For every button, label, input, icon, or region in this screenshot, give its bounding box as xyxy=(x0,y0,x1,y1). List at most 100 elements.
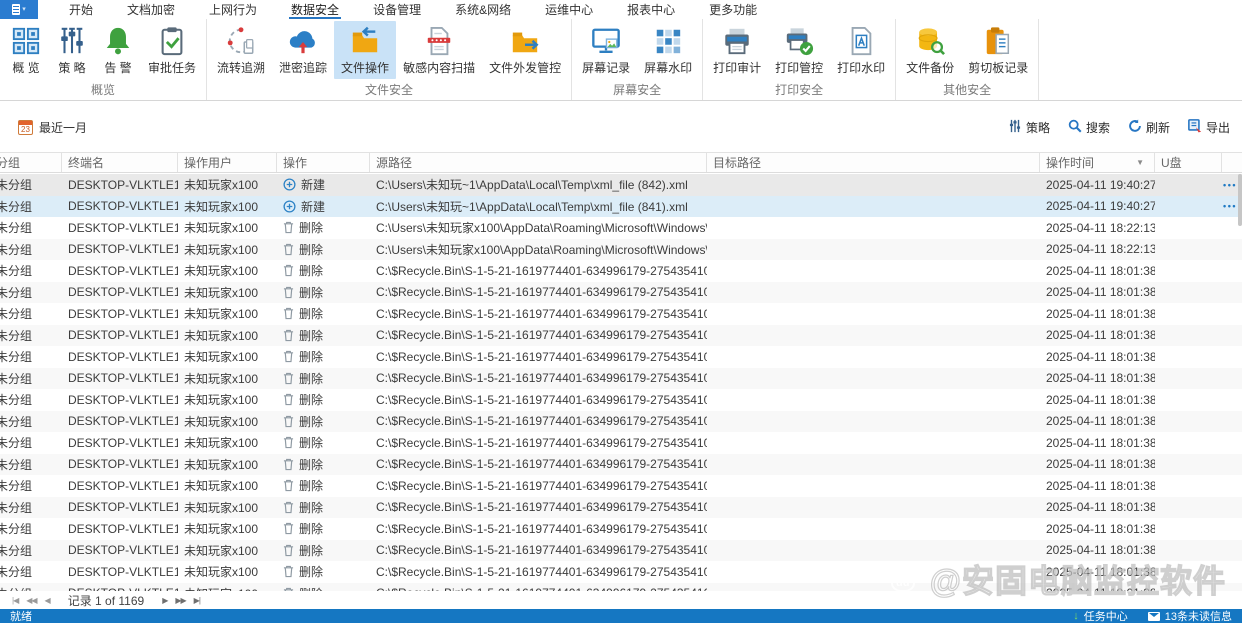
cell-terminal: DESKTOP-VLKTLE1 xyxy=(68,285,178,300)
table-row[interactable]: 未分组DESKTOP-VLKTLE1未知玩家x100删除C:\$Recycle.… xyxy=(0,496,1242,518)
table-row[interactable]: 未分组DESKTOP-VLKTLE1未知玩家x100删除C:\$Recycle.… xyxy=(0,346,1242,368)
vertical-scrollbar[interactable] xyxy=(1237,174,1242,591)
ribbon-item-policy[interactable]: 策 略 xyxy=(49,21,95,79)
trash-icon xyxy=(283,329,294,342)
ribbon-item-overview[interactable]: 概 览 xyxy=(3,21,49,79)
table-row[interactable]: 未分组 DESKTOP-VLKTLE1 未知玩家x100 删除 C:\Users\未知玩… xyxy=(0,217,1242,239)
table-row[interactable]: 未分组DESKTOP-VLKTLE1未知玩家x100删除C:\$Recycle.… xyxy=(0,518,1242,540)
table-row[interactable]: 未分组DESKTOP-VLKTLE1未知玩家x100删除C:\$Recycle.… xyxy=(0,453,1242,475)
table-row[interactable]: 未分组DESKTOP-VLKTLE1未知玩家x100删除C:\$Recycle.… xyxy=(0,582,1242,591)
file-outgoing-icon xyxy=(509,25,541,57)
cell-action: 删除 xyxy=(277,346,370,368)
ribbon-item-sensitive-scan[interactable]: 敏感内容扫描 xyxy=(396,21,482,79)
cell-action: 删除 xyxy=(277,540,370,562)
export-button[interactable]: 导出 xyxy=(1188,119,1230,136)
policy-sliders-icon xyxy=(1008,119,1022,136)
cell-action: 删除 xyxy=(277,518,370,540)
menu-tab-ops-center[interactable]: 运维中心 xyxy=(528,0,610,19)
policy-button[interactable]: 策略 xyxy=(1008,119,1050,136)
ribbon-item-file-backup[interactable]: 文件备份 xyxy=(899,21,961,79)
cell-terminal: DESKTOP-VLKTLE1 xyxy=(68,177,178,192)
cell-usb xyxy=(1155,518,1222,540)
menu-tab-system-network[interactable]: 系统&网络 xyxy=(438,0,528,19)
task-center-button[interactable]: ↓ 任务中心 xyxy=(1073,608,1128,623)
table-row[interactable]: 未分组DESKTOP-VLKTLE1未知玩家x100删除C:\$Recycle.… xyxy=(0,260,1242,282)
th-group[interactable]: 分组 xyxy=(0,153,62,172)
screen-record-icon xyxy=(590,25,622,57)
cell-terminal: DESKTOP-VLKTLE1 xyxy=(68,328,178,343)
cell-user: 未知玩家x100 xyxy=(184,371,259,386)
ribbon-item-approval-tasks[interactable]: 审批任务 xyxy=(141,21,203,79)
th-source-path[interactable]: 源路径 xyxy=(370,153,707,172)
ribbon-item-file-operations[interactable]: 文件操作 xyxy=(334,21,397,79)
trash-icon xyxy=(283,544,294,557)
table-row[interactable]: 未分组DESKTOP-VLKTLE1未知玩家x100删除C:\$Recycle.… xyxy=(0,475,1242,497)
menu-tab-device-management[interactable]: 设备管理 xyxy=(356,0,438,19)
date-range-filter[interactable]: 23 最近一月 xyxy=(18,119,87,136)
table-row[interactable]: 未分组DESKTOP-VLKTLE1未知玩家x100删除C:\$Recycle.… xyxy=(0,303,1242,325)
cell-user: 未知玩家x100 xyxy=(184,436,259,451)
ribbon-item-print-audit[interactable]: 打印审计 xyxy=(706,21,768,79)
search-button[interactable]: 搜索 xyxy=(1068,119,1110,136)
row-menu-dots-icon[interactable]: ••• xyxy=(1223,201,1237,211)
app-menu-button[interactable]: ▾ xyxy=(0,0,38,19)
page-next-button[interactable]: ▶ xyxy=(158,596,171,605)
menu-tab-report-center[interactable]: 报表中心 xyxy=(610,0,692,19)
table-row[interactable]: 未分组DESKTOP-VLKTLE1未知玩家x100删除C:\$Recycle.… xyxy=(0,324,1242,346)
search-button-label: 搜索 xyxy=(1085,121,1110,135)
export-button-label: 导出 xyxy=(1205,121,1230,135)
cell-time: 2025-04-11 18:22:13 xyxy=(1046,242,1155,257)
ribbon-item-print-watermark[interactable]: 打印水印 xyxy=(830,21,892,79)
table-row[interactable]: 未分组DESKTOP-VLKTLE1未知玩家x100删除C:\$Recycle.… xyxy=(0,561,1242,583)
ribbon-item-clipboard-record[interactable]: 剪切板记录 xyxy=(961,21,1035,79)
overview-grid-icon xyxy=(10,25,42,57)
table-row[interactable]: 未分组DESKTOP-VLKTLE1未知玩家x100删除C:\$Recycle.… xyxy=(0,410,1242,432)
th-target-path[interactable]: 目标路径 xyxy=(707,153,1040,172)
policy-button-label: 策略 xyxy=(1025,121,1050,135)
scrollbar-thumb[interactable] xyxy=(1238,174,1242,226)
page-prev-button[interactable]: ◀ xyxy=(41,596,54,605)
ribbon-item-screen-watermark[interactable]: 屏幕水印 xyxy=(637,21,699,79)
table-row[interactable]: 未分组 DESKTOP-VLKTLE1 未知玩家x100 删除 C:\Users\未知玩… xyxy=(0,238,1242,261)
ribbon-item-file-outgoing-control[interactable]: 文件外发管控 xyxy=(482,21,568,79)
th-action[interactable]: 操作 xyxy=(277,153,370,172)
row-menu-dots-icon[interactable]: ••• xyxy=(1223,180,1237,190)
page-first-button[interactable]: |◀ xyxy=(8,596,22,605)
th-time[interactable]: 操作时间 ▼ xyxy=(1040,153,1155,172)
table-row[interactable]: 未分组DESKTOP-VLKTLE1未知玩家x100删除C:\$Recycle.… xyxy=(0,367,1242,389)
filter-caret-icon[interactable]: ▼ xyxy=(1136,158,1148,167)
ribbon-item-alert[interactable]: 告 警 xyxy=(95,21,141,79)
menu-tab-doc-encryption[interactable]: 文档加密 xyxy=(110,0,192,19)
page-last-button[interactable]: ▶| xyxy=(190,596,204,605)
ribbon-item-print-control[interactable]: 打印管控 xyxy=(768,21,830,79)
refresh-button[interactable]: 刷新 xyxy=(1128,119,1170,136)
page-fast-next-button[interactable]: ▶▶ xyxy=(171,596,189,605)
menu-tab-data-security[interactable]: 数据安全 xyxy=(274,0,356,19)
table-row[interactable]: 未分组DESKTOP-VLKTLE1未知玩家x100删除C:\$Recycle.… xyxy=(0,432,1242,454)
cell-group: 未分组 xyxy=(0,414,33,429)
cell-group: 未分组 xyxy=(0,543,33,558)
cell-user: 未知玩家x100 xyxy=(184,522,259,537)
menu-tab-start[interactable]: 开始 xyxy=(52,0,110,19)
table-row[interactable]: 未分组DESKTOP-VLKTLE1未知玩家x100删除C:\$Recycle.… xyxy=(0,281,1242,303)
ribbon-item-flow-trace[interactable]: 流转追溯 xyxy=(210,21,272,79)
unread-messages-button[interactable]: 13条未读信息 xyxy=(1147,608,1232,623)
ribbon-item-leak-track[interactable]: 泄密追踪 xyxy=(272,21,334,79)
page-fast-prev-button[interactable]: ◀◀ xyxy=(22,596,40,605)
cell-target-path xyxy=(707,239,1040,261)
th-user[interactable]: 操作用户 xyxy=(178,153,277,172)
cell-action: 删除 xyxy=(277,239,370,261)
table-row[interactable]: 未分组DESKTOP-VLKTLE1未知玩家x100删除C:\$Recycle.… xyxy=(0,389,1242,411)
cell-user: 未知玩家x100 xyxy=(184,500,259,515)
th-usb[interactable]: U盘 xyxy=(1155,153,1222,172)
table-row[interactable]: 未分组 DESKTOP-VLKTLE1 未知玩家x100 新建 C:\Users\未知玩… xyxy=(0,174,1242,196)
cell-terminal: DESKTOP-VLKTLE1 xyxy=(68,564,178,579)
menu-tab-web-behavior[interactable]: 上网行为 xyxy=(192,0,274,19)
table-row[interactable]: 未分组 DESKTOP-VLKTLE1 未知玩家x100 新建 C:\Users\未知玩… xyxy=(0,195,1242,217)
calendar-icon: 23 xyxy=(18,120,33,135)
th-terminal[interactable]: 终端名 xyxy=(62,153,178,172)
menu-tab-more-features[interactable]: 更多功能 xyxy=(692,0,774,19)
ribbon-item-screen-record[interactable]: 屏幕记录 xyxy=(575,21,637,79)
table-row[interactable]: 未分组DESKTOP-VLKTLE1未知玩家x100删除C:\$Recycle.… xyxy=(0,539,1242,562)
cell-group: 未分组 xyxy=(0,479,33,494)
